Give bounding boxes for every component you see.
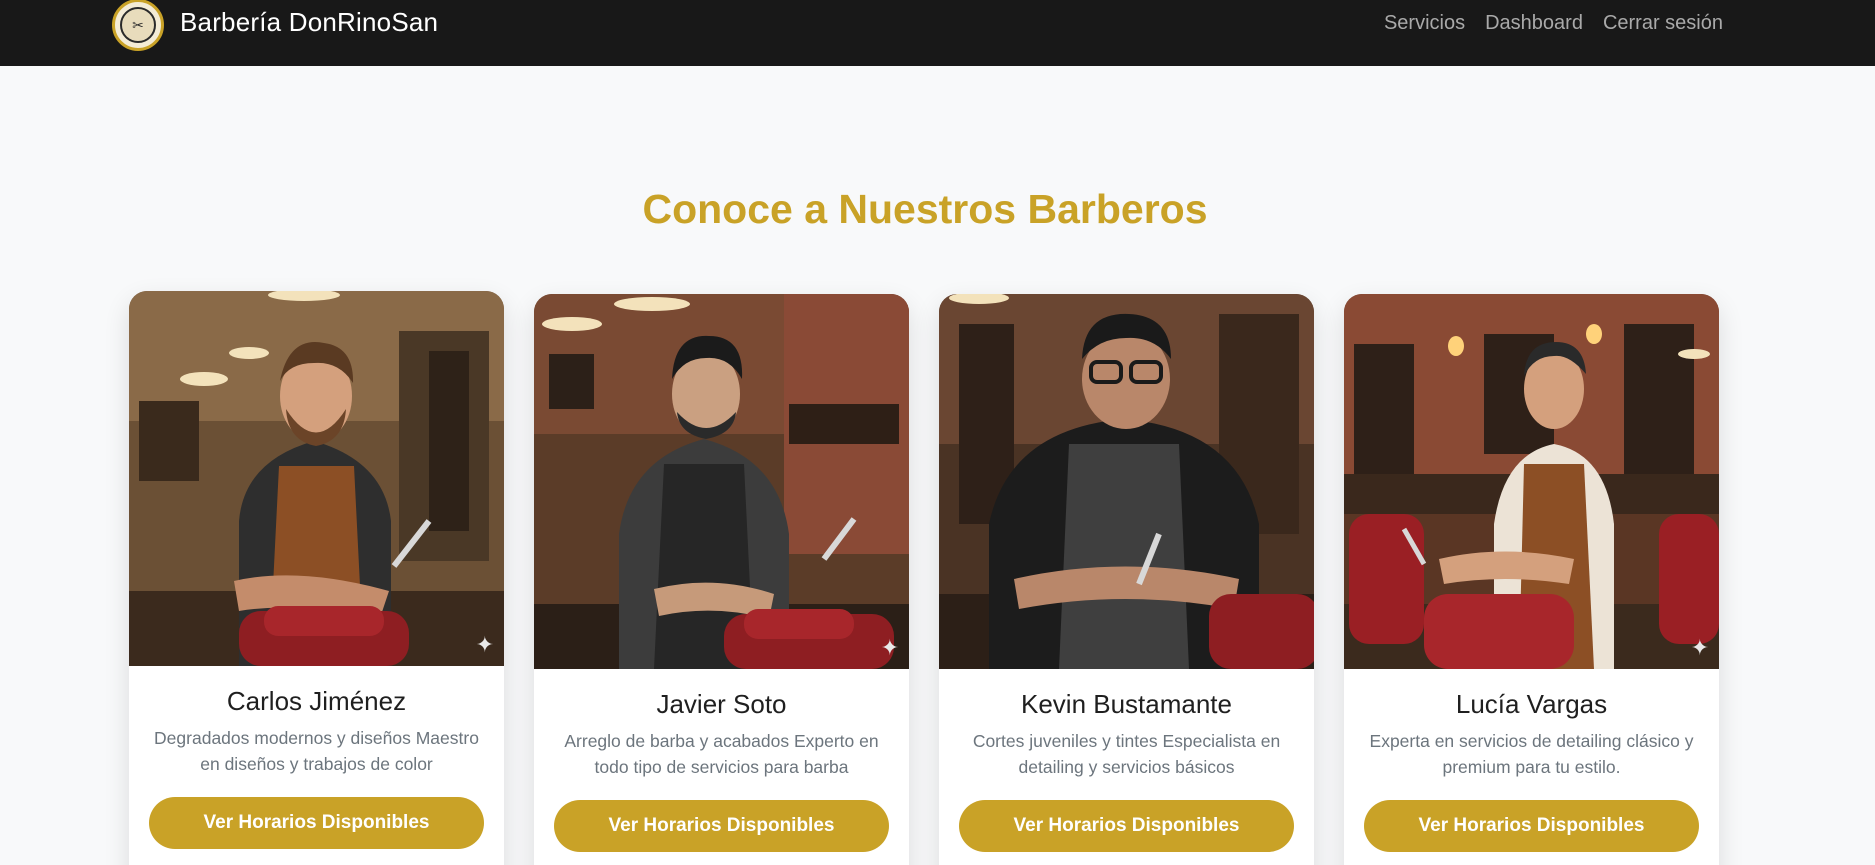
barber-photo: ✦ bbox=[534, 294, 909, 669]
barber-name: Javier Soto bbox=[656, 689, 787, 719]
sparkle-icon: ✦ bbox=[475, 632, 494, 657]
nav-links: Servicios Dashboard Cerrar sesión bbox=[1384, 12, 1723, 35]
logo-emblem-icon: ✂ bbox=[120, 7, 156, 43]
view-schedule-button[interactable]: Ver Horarios Disponibles bbox=[149, 797, 484, 849]
barber-description: Arreglo de barba y acabados Experto en t… bbox=[564, 731, 879, 777]
brand-name[interactable]: Barbería DonRinoSan bbox=[180, 7, 438, 38]
nav-link-dashboard[interactable]: Dashboard bbox=[1485, 12, 1583, 35]
barber-photo: ✦ bbox=[129, 291, 504, 666]
barber-card-javier: ✦ Javier Soto Arreglo de barba y acabado… bbox=[534, 294, 909, 865]
barbershop-logo-icon[interactable]: ✂ bbox=[112, 0, 164, 51]
barber-card-carlos: ✦ Carlos Jiménez Degradados modernos y d… bbox=[129, 291, 504, 865]
view-schedule-button[interactable]: Ver Horarios Disponibles bbox=[959, 800, 1294, 852]
barber-description: Degradados modernos y diseños Maestro en… bbox=[154, 728, 479, 774]
nav-link-cerrar-sesion[interactable]: Cerrar sesión bbox=[1603, 12, 1723, 35]
barber-photo bbox=[939, 294, 1314, 669]
navbar: ✂ Barbería DonRinoSan Servicios Dashboar… bbox=[0, 0, 1875, 66]
nav-link-servicios[interactable]: Servicios bbox=[1384, 12, 1465, 35]
view-schedule-button[interactable]: Ver Horarios Disponibles bbox=[1364, 800, 1699, 852]
barber-card-lucia: ✦ Lucía Vargas Experta en servicios de d… bbox=[1344, 294, 1719, 865]
view-schedule-button[interactable]: Ver Horarios Disponibles bbox=[554, 800, 889, 852]
brand[interactable]: ✂ Barbería DonRinoSan bbox=[112, 0, 438, 51]
sparkle-icon: ✦ bbox=[880, 635, 899, 660]
sparkle-icon: ✦ bbox=[1690, 635, 1709, 660]
barber-description: Experta en servicios de detailing clásic… bbox=[1369, 731, 1694, 777]
barber-name: Kevin Bustamante bbox=[1020, 689, 1232, 719]
barber-card-kevin: Kevin Bustamante Cortes juveniles y tint… bbox=[939, 294, 1314, 865]
barber-name: Lucía Vargas bbox=[1455, 689, 1608, 719]
barber-name: Carlos Jiménez bbox=[226, 686, 407, 716]
barber-description: Cortes juveniles y tintes Especialista e… bbox=[972, 731, 1281, 777]
barber-photo: ✦ bbox=[1344, 294, 1719, 669]
section-title: Conoce a Nuestros Barberos bbox=[642, 186, 1208, 232]
